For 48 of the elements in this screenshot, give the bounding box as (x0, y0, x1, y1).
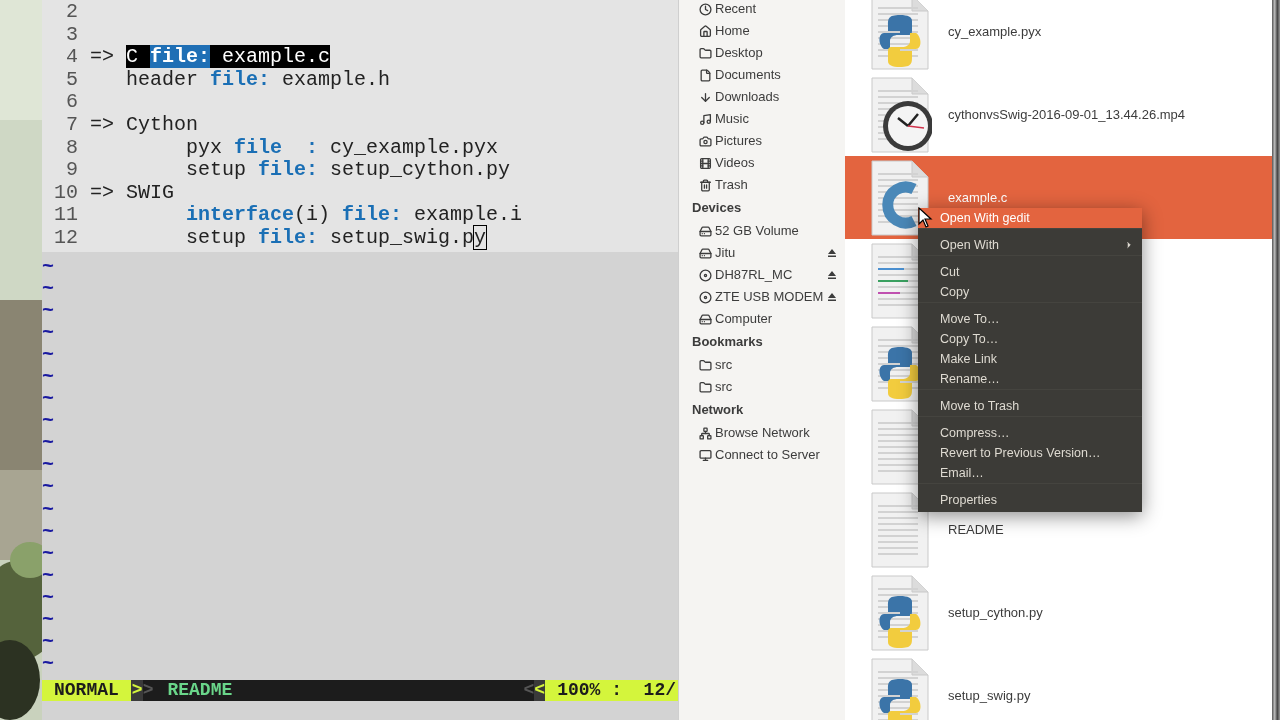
file-name: cy_example.pyx (948, 22, 1042, 41)
code-line: header file: example.h (125, 68, 391, 92)
empty-line-marker: ~ (42, 254, 54, 278)
code-line: pyx file : cy_example.pyx (185, 136, 499, 160)
line-number: 7 (65, 113, 78, 137)
line-number: 4 (65, 46, 78, 69)
file-name: example.c (948, 188, 1008, 207)
line-number: 3 (65, 23, 78, 47)
empty-line-marker: ~ (42, 298, 54, 322)
line-number: 9 (65, 159, 78, 182)
section-heading: Devices (692, 199, 742, 218)
line-number: 12 (53, 226, 78, 250)
empty-line-marker: ~ (42, 365, 54, 388)
empty-line-marker: ~ (42, 652, 54, 676)
empty-line-marker: ~ (42, 541, 54, 565)
empty-line-marker: ~ (42, 409, 54, 433)
code-line: setup file: setup_cython.py (185, 159, 511, 182)
file-name: setup_swig.py (948, 686, 1031, 705)
empty-line-marker: ~ (42, 475, 54, 499)
empty-line-marker: ~ (42, 387, 54, 411)
empty-line-marker: ~ (42, 563, 54, 587)
empty-line-marker: ~ (42, 431, 54, 455)
line-number: 2 (65, 1, 78, 24)
code-line: => SWIG (90, 181, 174, 205)
code-line: interface(i) file: example.i (185, 204, 523, 227)
section-heading: Bookmarks (692, 333, 763, 352)
empty-line-marker: ~ (42, 497, 54, 521)
empty-line-marker: ~ (42, 342, 54, 366)
file-name: setup_cython.py (948, 603, 1043, 622)
empty-line-marker: ~ (42, 630, 54, 654)
empty-line-marker: ~ (42, 519, 54, 543)
line-number: 6 (65, 91, 78, 114)
empty-line-marker: ~ (42, 276, 54, 300)
code-line: => Cython (90, 113, 199, 137)
file-name: cythonvsSwig-2016-09-01_13.44.26.mp4 (948, 105, 1186, 124)
line-number: 11 (53, 204, 78, 227)
empty-line-marker: ~ (42, 320, 54, 344)
file-name: README (948, 520, 1004, 539)
line-number: 5 (65, 68, 78, 92)
empty-line-marker: ~ (42, 608, 54, 632)
section-heading: Network (692, 401, 744, 420)
code-line: setup file: setup_swig.py (185, 226, 487, 250)
empty-line-marker: ~ (42, 453, 54, 477)
line-number: 8 (65, 136, 78, 160)
status-bar: NORMAL >> README << 100% : 12/ (42, 680, 678, 701)
empty-line-marker: ~ (42, 585, 54, 609)
code-line: => C file: example.c (90, 46, 331, 69)
line-number: 10 (53, 181, 78, 205)
